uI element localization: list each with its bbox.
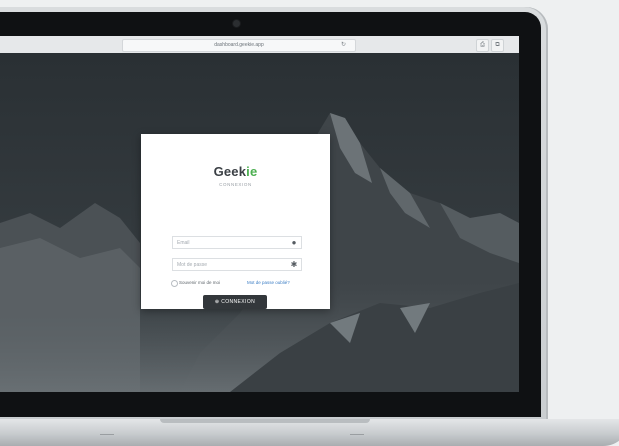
remember-me-checkbox[interactable] [171,280,178,287]
login-card: Geekie CONNEXION Email ● Mot de passe ✱ … [141,134,330,309]
address-bar-url: dashboard.geekie.app [214,42,264,48]
password-field[interactable]: Mot de passe [172,258,302,271]
address-bar[interactable]: dashboard.geekie.app ↻ [122,39,356,52]
asterisk-icon: ✱ [290,260,298,269]
login-button[interactable]: ⊕ CONNEXION [203,295,267,309]
email-field[interactable]: Email [172,236,302,249]
remember-me-label: Souvenir moi de moi [179,280,221,285]
laptop-foot-right [350,434,364,435]
laptop-foot-left [100,434,114,435]
geekie-logo: Geekie [141,164,330,179]
forgot-password-link[interactable]: Mot de passe oublié? [247,278,290,287]
user-icon: ● [291,238,297,247]
logo-text: Geek [213,164,247,179]
browser-toolbar: dashboard.geekie.app ↻ ⎙ ⧉ [0,36,519,54]
tabs-icon[interactable]: ⧉ [491,39,504,52]
laptop-hinge-notch [160,419,370,423]
logo-accent-text: ie [246,164,258,179]
share-icon[interactable]: ⎙ [476,39,489,52]
reload-icon[interactable]: ↻ [341,40,346,51]
camera-icon [233,20,240,27]
login-subtitle: CONNEXION [219,182,252,187]
laptop-base [0,419,619,446]
laptop-screen: dashboard.geekie.app ↻ ⎙ ⧉ Geekie CONNEX… [0,36,519,392]
